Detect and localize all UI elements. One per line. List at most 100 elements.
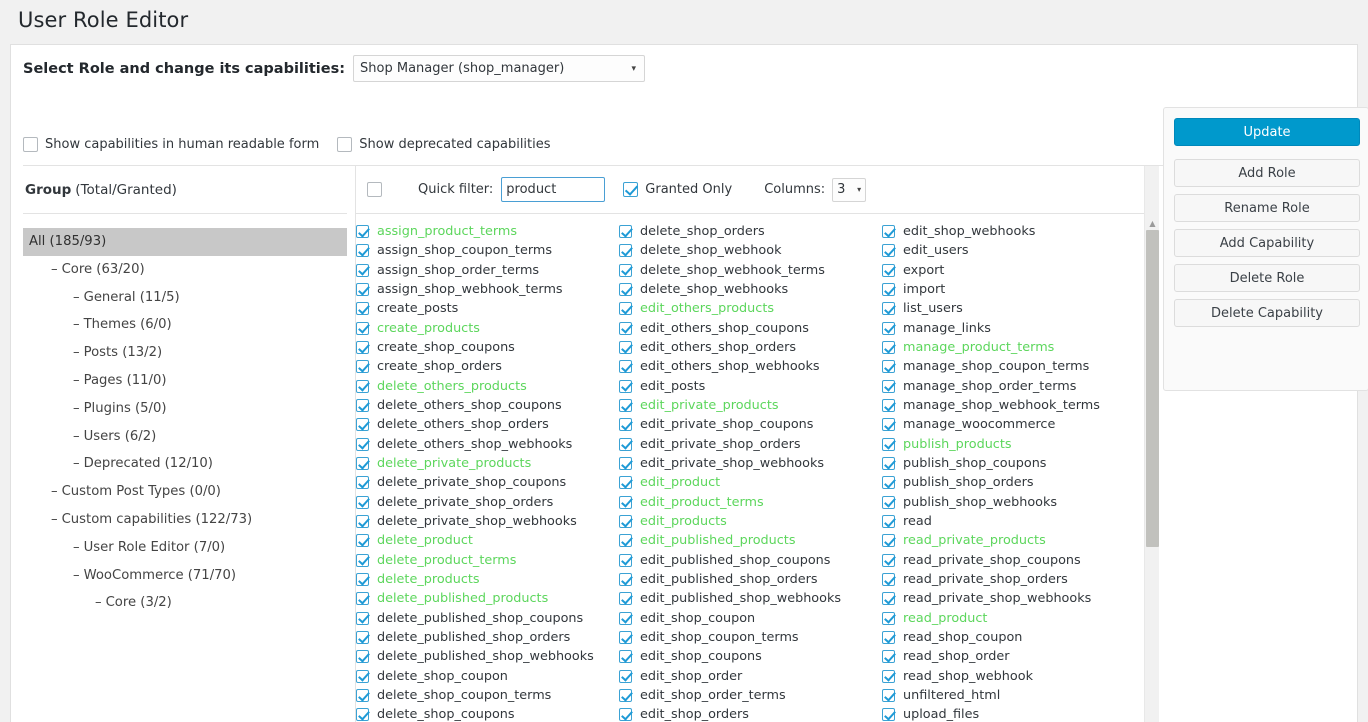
capability-checkbox[interactable] [356, 496, 369, 509]
capability-checkbox[interactable] [882, 554, 895, 567]
capability-checkbox[interactable] [882, 322, 895, 335]
capability-checkbox[interactable] [356, 708, 369, 721]
capability-row[interactable]: create_shop_orders [356, 357, 619, 376]
add-role-button[interactable]: Add Role [1174, 159, 1360, 187]
group-tree-item[interactable]: –Users (6/2) [23, 423, 347, 451]
capability-checkbox[interactable] [882, 631, 895, 644]
capability-checkbox[interactable] [619, 496, 632, 509]
capability-row[interactable]: delete_products [356, 570, 619, 589]
group-tree-item[interactable]: –Custom Post Types (0/0) [23, 478, 347, 506]
capability-checkbox[interactable] [619, 302, 632, 315]
capability-row[interactable]: edit_shop_order_terms [619, 686, 882, 705]
capability-checkbox[interactable] [356, 264, 369, 277]
capability-row[interactable]: edit_product_terms [619, 493, 882, 512]
capability-row[interactable]: read_private_products [882, 531, 1145, 550]
capability-row[interactable]: unfiltered_html [882, 686, 1145, 705]
capability-row[interactable]: edit_published_products [619, 531, 882, 550]
capability-row[interactable]: manage_product_terms [882, 338, 1145, 357]
group-tree-item[interactable]: –WooCommerce (71/70) [23, 562, 347, 590]
capability-row[interactable]: manage_links [882, 319, 1145, 338]
quick-filter-input[interactable] [501, 177, 605, 202]
capability-checkbox[interactable] [356, 380, 369, 393]
capability-row[interactable]: edit_others_products [619, 299, 882, 318]
capability-row[interactable]: read_shop_coupon [882, 628, 1145, 647]
capability-row[interactable]: manage_shop_order_terms [882, 377, 1145, 396]
capability-row[interactable]: delete_published_products [356, 589, 619, 608]
capability-checkbox[interactable] [356, 689, 369, 702]
capability-row[interactable]: delete_shop_coupon [356, 667, 619, 686]
capability-checkbox[interactable] [356, 438, 369, 451]
capability-checkbox[interactable] [356, 418, 369, 431]
human-readable-checkbox[interactable] [23, 137, 38, 152]
capability-row[interactable]: delete_shop_coupon_terms [356, 686, 619, 705]
capability-checkbox[interactable] [619, 399, 632, 412]
capability-row[interactable]: create_products [356, 319, 619, 338]
capability-checkbox[interactable] [882, 650, 895, 663]
capability-checkbox[interactable] [356, 515, 369, 528]
capability-checkbox[interactable] [882, 573, 895, 586]
capability-row[interactable]: export [882, 261, 1145, 280]
group-tree-item[interactable]: –General (11/5) [23, 284, 347, 312]
capability-checkbox[interactable] [356, 457, 369, 470]
capability-row[interactable]: edit_posts [619, 377, 882, 396]
capability-checkbox[interactable] [356, 302, 369, 315]
capability-row[interactable]: assign_shop_order_terms [356, 261, 619, 280]
capability-row[interactable]: assign_product_terms [356, 222, 619, 241]
capability-checkbox[interactable] [619, 476, 632, 489]
rename-role-button[interactable]: Rename Role [1174, 194, 1360, 222]
scroll-up-arrow-icon[interactable]: ▲ [1145, 216, 1160, 230]
capability-row[interactable]: edit_products [619, 512, 882, 531]
capability-checkbox[interactable] [619, 670, 632, 683]
capability-row[interactable]: publish_shop_orders [882, 473, 1145, 492]
capability-checkbox[interactable] [882, 689, 895, 702]
group-tree-item[interactable]: –Themes (6/0) [23, 311, 347, 339]
capability-checkbox[interactable] [356, 244, 369, 257]
group-tree-item[interactable]: –Core (3/2) [23, 589, 347, 617]
capability-row[interactable]: delete_published_shop_orders [356, 628, 619, 647]
capability-row[interactable]: edit_shop_webhooks [882, 222, 1145, 241]
capability-checkbox[interactable] [882, 225, 895, 238]
capability-row[interactable]: manage_shop_webhook_terms [882, 396, 1145, 415]
capability-checkbox[interactable] [619, 244, 632, 257]
capability-checkbox[interactable] [356, 225, 369, 238]
capability-row[interactable]: delete_others_shop_webhooks [356, 435, 619, 454]
capability-row[interactable]: delete_private_shop_webhooks [356, 512, 619, 531]
capability-checkbox[interactable] [619, 418, 632, 431]
capability-checkbox[interactable] [882, 244, 895, 257]
capability-row[interactable]: assign_shop_webhook_terms [356, 280, 619, 299]
capability-checkbox[interactable] [882, 283, 895, 296]
capability-checkbox[interactable] [619, 438, 632, 451]
capability-row[interactable]: publish_shop_coupons [882, 454, 1145, 473]
capability-row[interactable]: delete_product_terms [356, 551, 619, 570]
capability-checkbox[interactable] [356, 670, 369, 683]
capability-row[interactable]: edit_private_shop_coupons [619, 415, 882, 434]
capability-checkbox[interactable] [882, 496, 895, 509]
capability-row[interactable]: edit_private_shop_orders [619, 435, 882, 454]
capability-checkbox[interactable] [356, 650, 369, 663]
capability-row[interactable]: list_users [882, 299, 1145, 318]
group-tree-item[interactable]: –Pages (11/0) [23, 367, 347, 395]
capability-row[interactable]: read_shop_webhook [882, 667, 1145, 686]
capability-checkbox[interactable] [619, 380, 632, 393]
capability-row[interactable]: read [882, 512, 1145, 531]
capability-row[interactable]: delete_others_products [356, 377, 619, 396]
capability-checkbox[interactable] [882, 457, 895, 470]
capability-row[interactable]: delete_published_shop_coupons [356, 609, 619, 628]
capability-row[interactable]: delete_others_shop_coupons [356, 396, 619, 415]
capability-checkbox[interactable] [356, 283, 369, 296]
capability-checkbox[interactable] [882, 670, 895, 683]
scrollbar-thumb[interactable] [1146, 230, 1159, 547]
option-human-readable[interactable]: Show capabilities in human readable form [23, 137, 319, 152]
group-tree-item[interactable]: –Deprecated (12/10) [23, 450, 347, 478]
group-tree-item[interactable]: –Posts (13/2) [23, 339, 347, 367]
group-tree-item[interactable]: –Custom capabilities (122/73) [23, 506, 347, 534]
capability-row[interactable]: delete_private_shop_coupons [356, 473, 619, 492]
delete-capability-button[interactable]: Delete Capability [1174, 299, 1360, 327]
capability-row[interactable]: publish_products [882, 435, 1145, 454]
capability-checkbox[interactable] [356, 631, 369, 644]
capability-checkbox[interactable] [619, 264, 632, 277]
capability-checkbox[interactable] [882, 399, 895, 412]
capability-row[interactable]: delete_shop_webhooks [619, 280, 882, 299]
capability-row[interactable]: edit_product [619, 473, 882, 492]
capability-row[interactable]: edit_published_shop_webhooks [619, 589, 882, 608]
